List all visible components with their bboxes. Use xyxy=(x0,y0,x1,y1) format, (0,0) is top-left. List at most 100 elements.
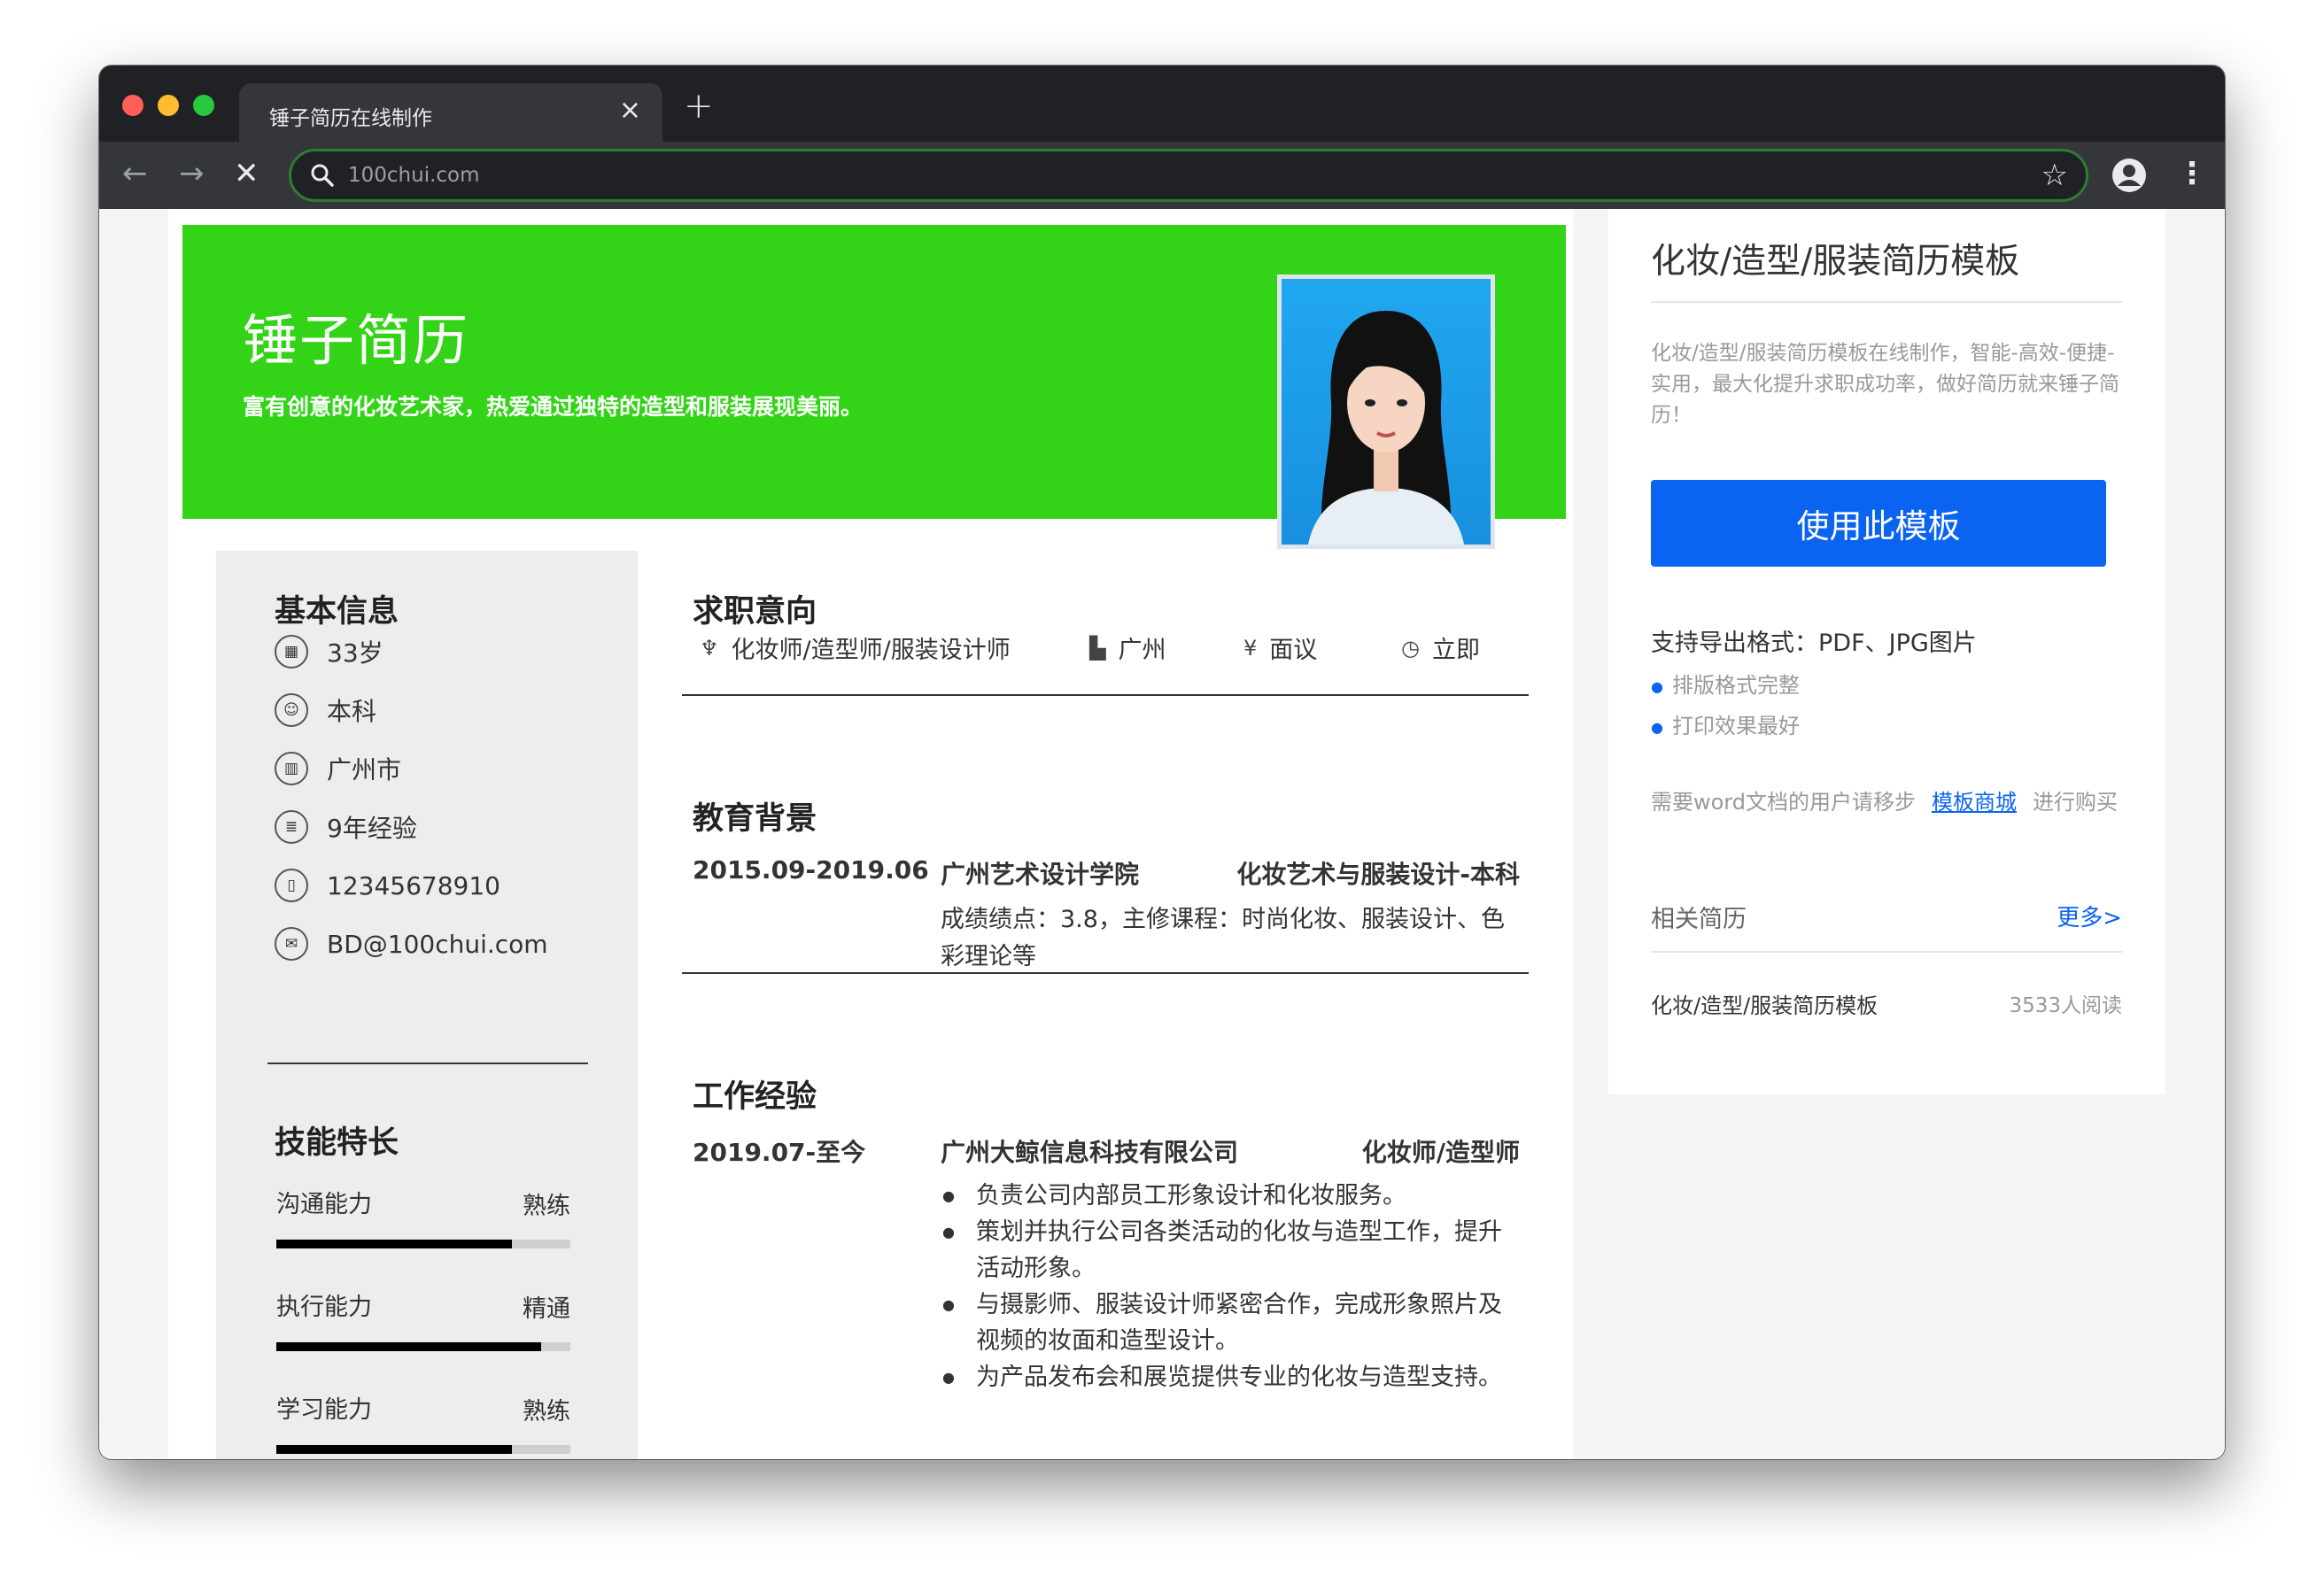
bullet-dot-icon: ● xyxy=(1651,718,1663,736)
education-title: 教育背景 xyxy=(693,801,817,837)
phone-icon: ▯ xyxy=(275,869,308,902)
profile-photo xyxy=(1277,274,1495,549)
intent-availability-text: 立即 xyxy=(1431,637,1480,664)
url-text[interactable]: 100chui.com xyxy=(348,164,480,187)
basic-info-title: 基本信息 xyxy=(275,594,399,630)
related-resume-reads: 3533人阅读 xyxy=(2009,994,2122,1017)
back-arrow-icon[interactable]: ← xyxy=(122,156,148,191)
feature-text: 排版格式完整 xyxy=(1671,673,1800,698)
work-role: 化妆师/造型师 xyxy=(1361,1138,1520,1167)
education-school: 广州艺术设计学院 xyxy=(941,860,1140,889)
work-company: 广州大鲸信息科技有限公司 xyxy=(941,1138,1239,1167)
job-intent-title: 求职意向 xyxy=(693,594,817,630)
maximize-window-button[interactable] xyxy=(193,95,214,116)
resume-left-column: 基本信息 ▦ 33岁 ☺ 本科 ▥ 广州市 ≣ 9年经验 ▯ 123456789… xyxy=(216,551,638,1459)
intent-city-text: 广州 xyxy=(1118,637,1166,664)
work-date: 2019.07-至今 xyxy=(693,1138,866,1167)
yen-icon: ¥ xyxy=(1243,635,1258,661)
export-formats: 支持导出格式：PDF、JPG图片 xyxy=(1651,630,1977,657)
template-sidebar: 化妆/造型/服装简历模板 化妆/造型/服装简历模板在线制作，智能-高效-便捷-实… xyxy=(1608,209,2165,1094)
mail-icon: ✉ xyxy=(275,927,308,961)
bullet-dot-icon: ● xyxy=(1651,677,1663,695)
related-resume-link[interactable]: 化妆/造型/服装简历模板 xyxy=(1651,988,1878,1019)
new-tab-button[interactable]: + xyxy=(684,89,714,124)
work-duties: 负责公司内部员工形象设计和化妆服务。 策划并执行公司各类活动的化妆与造型工作，提… xyxy=(941,1178,1507,1395)
word-notice-suffix: 进行购买 xyxy=(2033,790,2118,815)
minimize-window-button[interactable] xyxy=(158,95,179,116)
address-bar[interactable]: 100chui.com ☆ xyxy=(289,149,2088,202)
sidebar-divider xyxy=(1651,301,2122,303)
info-row-city: ▥ 广州市 xyxy=(275,751,401,786)
calendar-icon: ▦ xyxy=(275,635,308,668)
building-icon: ▥ xyxy=(275,752,308,785)
close-window-button[interactable] xyxy=(122,95,143,116)
skill-bar-fill xyxy=(276,1240,512,1248)
feature-text: 打印效果最好 xyxy=(1671,714,1800,738)
intent-position-text: 化妆师/造型师/服装设计师 xyxy=(731,637,1011,664)
stop-loading-icon[interactable]: ✕ xyxy=(234,156,260,191)
graduation-icon: ☺ xyxy=(275,693,308,727)
section-divider xyxy=(682,972,1529,974)
skill-name: 沟通能力 xyxy=(276,1191,372,1218)
tab-close-icon[interactable]: × xyxy=(619,96,641,126)
education-date: 2015.09-2019.06 xyxy=(693,855,929,885)
info-phone: 12345678910 xyxy=(327,870,500,900)
skill-bar xyxy=(276,1240,570,1248)
browser-menu-icon[interactable]: ⋮ xyxy=(2177,154,2207,193)
resume-name: 锤子简历 xyxy=(243,308,470,373)
info-email: BD@100chui.com xyxy=(327,929,548,959)
tie-icon: ♆ xyxy=(700,635,719,661)
list-item: 负责公司内部员工形象设计和化妆服务。 xyxy=(941,1178,1507,1214)
skill-level: 熟练 xyxy=(523,1398,570,1426)
resume-header-banner: 锤子简历 富有创意的化妆艺术家，热爱通过独特的造型和服装展现美丽。 xyxy=(182,225,1566,549)
browser-tab[interactable]: 锤子简历在线制作 × xyxy=(239,83,662,142)
bookmark-star-icon[interactable]: ☆ xyxy=(2041,157,2068,194)
work-title: 工作经验 xyxy=(693,1079,817,1115)
sidebar-divider xyxy=(1651,951,2122,953)
list-item: 为产品发布会和展览提供专业的化妆与造型支持。 xyxy=(941,1359,1507,1395)
intent-city: ▙ 广州 xyxy=(1089,630,1166,665)
more-link[interactable]: 更多> xyxy=(2057,900,2122,932)
related-resumes-label: 相关简历 xyxy=(1651,906,1747,933)
info-experience: 9年经验 xyxy=(327,814,417,843)
skill-level: 熟练 xyxy=(523,1193,570,1220)
account-icon[interactable] xyxy=(2111,158,2147,193)
intent-position: ♆ 化妆师/造型师/服装设计师 xyxy=(700,630,1011,665)
education-desc: 成绩绩点：3.8，主修课程：时尚化妆、服装设计、色彩理论等 xyxy=(941,906,1505,970)
info-row-degree: ☺ 本科 xyxy=(275,692,376,728)
use-template-button[interactable]: 使用此模板 xyxy=(1651,480,2106,567)
portrait-illustration xyxy=(1308,311,1464,545)
skill-bar xyxy=(276,1342,570,1351)
education-major: 化妆艺术与服装设计-本科 xyxy=(1236,860,1520,889)
tab-title: 锤子简历在线制作 xyxy=(269,107,432,130)
left-divider xyxy=(267,1063,588,1064)
title-bar: 锤子简历在线制作 × + xyxy=(99,66,2225,142)
resume-slogan: 富有创意的化妆艺术家，热爱通过独特的造型和服装展现美丽。 xyxy=(243,394,864,420)
intent-salary: ¥ 面议 xyxy=(1243,630,1317,665)
list-item: 策划并执行公司各类活动的化妆与造型工作，提升活动形象。 xyxy=(941,1214,1507,1287)
info-degree: 本科 xyxy=(327,697,377,726)
info-city: 广州市 xyxy=(327,755,402,784)
city-icon: ▙ xyxy=(1089,635,1106,661)
info-age: 33岁 xyxy=(327,638,383,668)
skill-level: 精通 xyxy=(523,1295,570,1323)
info-row-experience: ≣ 9年经验 xyxy=(275,809,417,845)
feature-item: ● 排版格式完整 xyxy=(1651,668,1800,699)
list-icon: ≣ xyxy=(275,810,308,844)
word-notice: 需要word文档的用户请移步 模板商城 进行购买 xyxy=(1651,784,2118,815)
info-row-age: ▦ 33岁 xyxy=(275,634,383,669)
template-title: 化妆/造型/服装简历模板 xyxy=(1651,242,2020,282)
template-description: 化妆/造型/服装简历模板在线制作，智能-高效-便捷-实用，最大化提升求职成功率，… xyxy=(1651,342,2119,427)
browser-window: 锤子简历在线制作 × + ← → ✕ 100chui.com ☆ ⋮ 锤子简历 … xyxy=(99,66,2225,1459)
template-store-link[interactable]: 模板商城 xyxy=(1932,790,2017,815)
search-icon xyxy=(311,164,334,187)
skill-name: 学习能力 xyxy=(276,1396,372,1424)
info-row-email: ✉ BD@100chui.com xyxy=(275,926,548,962)
skill-name: 执行能力 xyxy=(276,1294,372,1321)
info-row-phone: ▯ 12345678910 xyxy=(275,868,500,903)
clock-icon: ◷ xyxy=(1401,635,1420,661)
word-notice-prefix: 需要word文档的用户请移步 xyxy=(1651,790,1916,815)
intent-availability: ◷ 立即 xyxy=(1401,630,1480,665)
resume-preview: 锤子简历 富有创意的化妆艺术家，热爱通过独特的造型和服装展现美丽。 基本信息 ▦… xyxy=(168,209,1573,1459)
forward-arrow-icon[interactable]: → xyxy=(179,156,205,191)
